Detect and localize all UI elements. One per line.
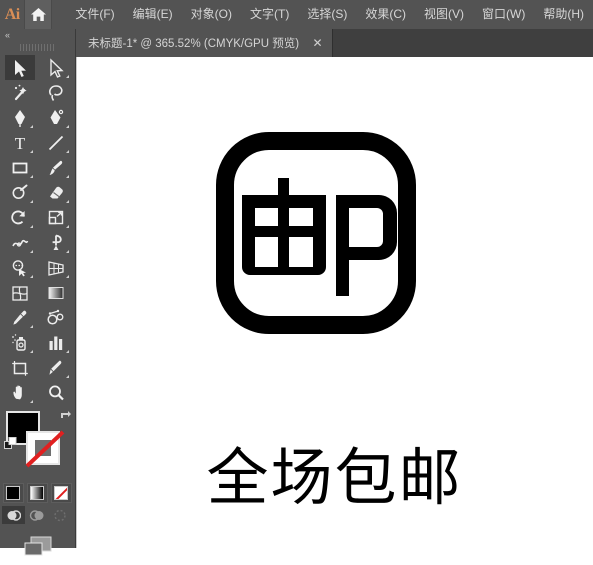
draw-behind-button[interactable] <box>25 506 48 524</box>
svg-text:T: T <box>14 134 25 153</box>
curvature-tool[interactable] <box>41 105 71 130</box>
blend-tool[interactable] <box>41 305 71 330</box>
width-tool[interactable] <box>5 230 35 255</box>
menu-bar: Ai 文件(F) 编辑(E) 对象(O) 文字(T) 选择(S) 效果(C) 视图(V) 窗口… <box>0 0 593 29</box>
hand-tool[interactable] <box>5 380 35 405</box>
perspective-grid-tool[interactable] <box>41 255 71 280</box>
artboard-tool[interactable] <box>5 355 35 380</box>
draw-normal-button[interactable] <box>1 506 25 524</box>
gradient-button[interactable] <box>26 483 48 503</box>
rectangle-tool[interactable] <box>5 155 35 180</box>
postal-logo-icon <box>216 132 416 334</box>
gradient-tool[interactable] <box>41 280 71 305</box>
draw-inside-button[interactable] <box>48 506 71 524</box>
artwork-caption: 全场包邮 <box>206 441 463 514</box>
stroke-swatch[interactable] <box>25 430 64 468</box>
menu-item-list: 文件(F) 编辑(E) 对象(O) 文字(T) 选择(S) 效果(C) 视图(V) 窗口(W)… <box>66 0 593 29</box>
close-icon[interactable]: ✕ <box>311 37 324 50</box>
menu-select[interactable]: 选择(S) <box>298 0 356 29</box>
ai-logo: Ai <box>4 5 21 23</box>
tools-panel: « T <box>0 29 76 556</box>
fill-mode-buttons <box>2 483 74 503</box>
type-tool[interactable]: T <box>5 130 35 155</box>
none-button[interactable] <box>50 483 72 503</box>
direct-selection-tool[interactable] <box>41 55 71 80</box>
canvas-area[interactable]: 全场包邮 <box>76 57 593 548</box>
symbol-sprayer-tool[interactable] <box>5 330 35 355</box>
zoom-tool[interactable] <box>41 380 71 405</box>
eraser-tool[interactable] <box>41 180 71 205</box>
illustrator-window: Ai 文件(F) 编辑(E) 对象(O) 文字(T) 选择(S) 效果(C) 视图(V) 窗口… <box>0 0 593 556</box>
menu-view[interactable]: 视图(V) <box>415 0 473 29</box>
fill-stroke-swatches <box>2 409 74 481</box>
eyedropper-tool[interactable] <box>5 305 35 330</box>
shaper-tool[interactable] <box>5 180 35 205</box>
column-graph-tool[interactable] <box>41 330 71 355</box>
menu-type[interactable]: 文字(T) <box>241 0 298 29</box>
magic-wand-tool[interactable] <box>5 80 35 105</box>
drawing-mode-buttons <box>1 506 74 524</box>
pen-tool[interactable] <box>5 105 35 130</box>
paintbrush-tool[interactable] <box>41 155 71 180</box>
free-transform-tool[interactable] <box>41 230 71 255</box>
document-tab[interactable]: 未标题-1* @ 365.52% (CMYK/GPU 预览) ✕ <box>76 29 334 57</box>
selection-tool[interactable] <box>4 55 35 80</box>
menu-object[interactable]: 对象(O) <box>182 0 241 29</box>
menu-edit[interactable]: 编辑(E) <box>124 0 182 29</box>
rotate-tool[interactable] <box>5 205 35 230</box>
menu-help[interactable]: 帮助(H) <box>534 0 593 29</box>
menu-file[interactable]: 文件(F) <box>66 0 123 29</box>
artwork: 全场包邮 <box>76 57 593 548</box>
document-tab-bar: 未标题-1* @ 365.52% (CMYK/GPU 预览) ✕ <box>0 29 593 57</box>
mesh-tool[interactable] <box>5 280 35 305</box>
lasso-tool[interactable] <box>41 80 71 105</box>
screen-mode-row <box>2 534 74 565</box>
default-fill-stroke-icon[interactable] <box>3 437 17 450</box>
menu-effect[interactable]: 效果(C) <box>356 0 415 29</box>
menu-window[interactable]: 窗口(W) <box>473 0 534 29</box>
swap-fill-stroke-icon[interactable] <box>58 409 72 423</box>
slice-tool[interactable] <box>41 355 71 380</box>
home-icon[interactable] <box>24 0 53 29</box>
tool-grid: T <box>2 55 74 405</box>
shape-builder-tool[interactable] <box>5 255 35 280</box>
color-button[interactable] <box>2 483 24 503</box>
change-screen-mode-button[interactable] <box>21 534 55 565</box>
line-segment-tool[interactable] <box>41 130 71 155</box>
collapse-panel-icon[interactable]: « <box>0 29 75 41</box>
panel-drag-handle[interactable] <box>0 41 75 54</box>
scale-tool[interactable] <box>41 205 71 230</box>
document-tab-title: 未标题-1* @ 365.52% (CMYK/GPU 预览) <box>88 38 300 50</box>
